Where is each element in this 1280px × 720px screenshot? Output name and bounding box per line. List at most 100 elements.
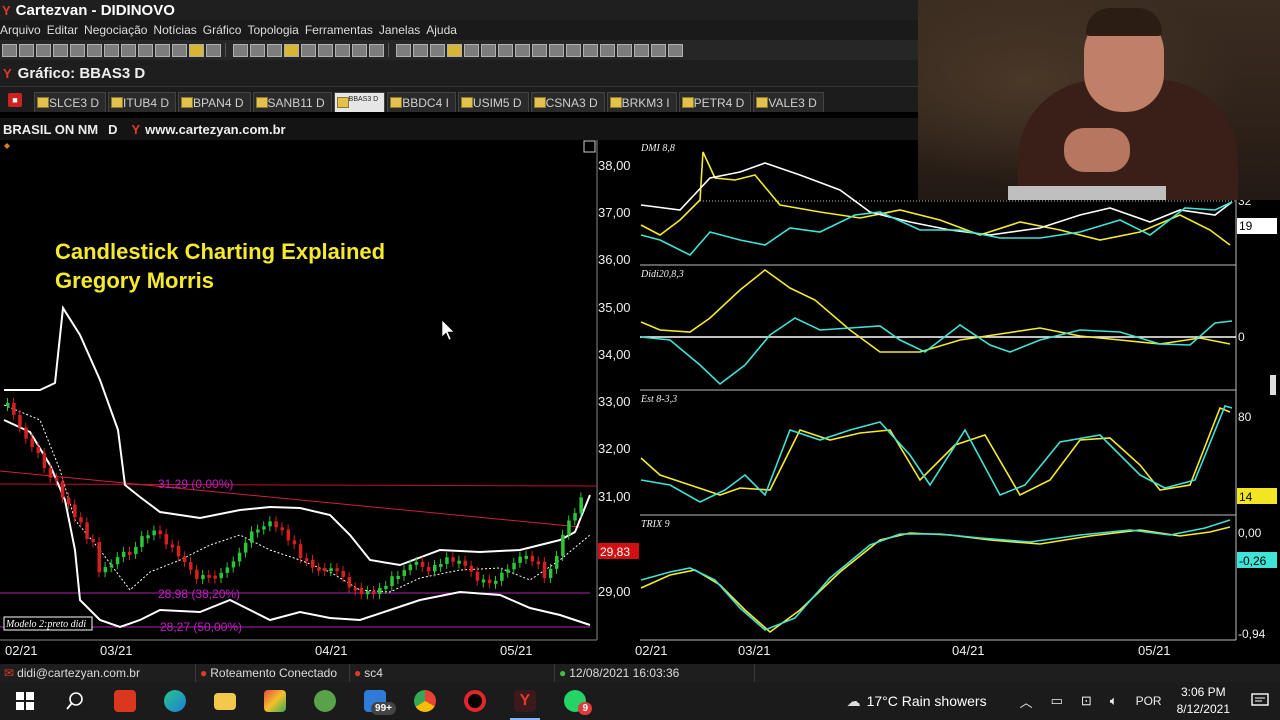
opera-icon (464, 690, 486, 712)
tab-brkm3[interactable]: BRKM3 I (607, 92, 677, 112)
notifications-button[interactable] (1240, 682, 1280, 720)
notification-icon (1251, 693, 1269, 709)
tool-button[interactable] (352, 44, 367, 57)
scrollbar-handle[interactable] (1270, 375, 1276, 395)
tool-button[interactable] (301, 44, 316, 57)
tool-button[interactable] (138, 44, 153, 57)
menu-grafico[interactable]: Gráfico (203, 23, 242, 37)
tool-button[interactable] (318, 44, 333, 57)
candle (122, 552, 126, 557)
menu-ajuda[interactable]: Ajuda (426, 23, 457, 37)
clock[interactable]: 3:06 PM 8/12/2021 (1177, 684, 1230, 718)
taskbar-chrome[interactable] (400, 682, 450, 720)
clock-date: 8/12/2021 (1177, 701, 1230, 718)
candle (43, 453, 47, 468)
tool-button[interactable] (396, 44, 411, 57)
tool-button[interactable] (600, 44, 615, 57)
menu-editar[interactable]: Editar (47, 23, 78, 37)
volume-icon[interactable]: 🔈︎ (1110, 693, 1118, 709)
tool-button[interactable] (335, 44, 350, 57)
tool-button[interactable] (498, 44, 513, 57)
maximize-icon[interactable] (584, 141, 595, 152)
tool-button[interactable] (53, 44, 68, 57)
tool-button[interactable] (634, 44, 649, 57)
candle (128, 552, 132, 555)
taskbar-cartezyan[interactable]: Y (500, 682, 550, 720)
candle (335, 568, 339, 571)
tool-button[interactable] (172, 44, 187, 57)
chart-canvas[interactable]: 31,29 (0,00%) 28,98 (38,20%) 28,27 (50,0… (0, 140, 1280, 660)
tool-button[interactable] (617, 44, 632, 57)
tab-itub4[interactable]: ITUB4 D (108, 92, 176, 112)
tool-button[interactable] (19, 44, 34, 57)
tool-button[interactable] (206, 44, 221, 57)
tool-button[interactable] (566, 44, 581, 57)
menu-noticias[interactable]: Notícias (153, 23, 196, 37)
tool-button[interactable] (447, 44, 462, 57)
chart-area[interactable]: 31,29 (0,00%) 28,98 (38,20%) 28,27 (50,0… (0, 140, 1280, 660)
moving-average (4, 405, 590, 592)
tool-button[interactable] (583, 44, 598, 57)
menu-topologia[interactable]: Topologia (247, 23, 298, 37)
taskbar-whatsapp[interactable]: 9 (550, 682, 600, 720)
tab-bbas3[interactable]: BBAS3 D (334, 92, 386, 112)
tool-button[interactable] (515, 44, 530, 57)
search-button[interactable] (50, 682, 100, 720)
tool-button[interactable] (233, 44, 248, 57)
taskbar-edge[interactable] (150, 682, 200, 720)
chrome-icon (414, 690, 436, 712)
chevron-up-icon[interactable]: ︿ (1020, 692, 1033, 711)
taskbar-explorer[interactable] (200, 682, 250, 720)
tab-petr4[interactable]: PETR4 D (679, 92, 752, 112)
status-icon: ● (559, 666, 566, 680)
weather-widget[interactable]: ☁ 17°C Rain showers (847, 693, 987, 710)
site-link[interactable]: www.cartezyan.com.br (145, 122, 285, 137)
battery-icon[interactable]: ▭ (1051, 693, 1063, 709)
tool-button[interactable] (189, 44, 204, 57)
menu-ferramentas[interactable]: Ferramentas (305, 23, 373, 37)
tool-button[interactable] (250, 44, 265, 57)
tool-button[interactable] (121, 44, 136, 57)
tool-button[interactable] (651, 44, 666, 57)
taskbar-mail[interactable]: 99+ (350, 682, 400, 720)
taskbar-opera[interactable] (450, 682, 500, 720)
tool-button[interactable] (369, 44, 384, 57)
taskbar-office[interactable] (100, 682, 150, 720)
network-icon[interactable]: ⊡ (1081, 693, 1092, 709)
tab-bpan4[interactable]: BPAN4 D (178, 92, 250, 112)
close-icon[interactable]: ■ (8, 93, 22, 107)
status-icon: ✉ (4, 666, 14, 680)
tool-button[interactable] (267, 44, 282, 57)
start-button[interactable] (0, 682, 50, 720)
menu-arquivo[interactable]: Arquivo (0, 23, 41, 37)
status-icon: ● (354, 666, 361, 680)
tab-slce3[interactable]: SLCE3 D (34, 92, 106, 112)
language-indicator[interactable]: POR (1136, 694, 1162, 708)
tool-button[interactable] (284, 44, 299, 57)
tab-bbdc4[interactable]: BBDC4 I (387, 92, 456, 112)
tool-button[interactable] (430, 44, 445, 57)
tool-button[interactable] (36, 44, 51, 57)
indicator-label-trix: TRIX 9 (641, 519, 670, 530)
taskbar-app[interactable] (300, 682, 350, 720)
tool-button[interactable] (532, 44, 547, 57)
candle (274, 521, 278, 527)
tool-button[interactable] (413, 44, 428, 57)
tab-usim5[interactable]: USIM5 D (458, 92, 529, 112)
taskbar-maps[interactable] (250, 682, 300, 720)
tab-vale3[interactable]: VALE3 D (753, 92, 823, 112)
tool-button[interactable] (70, 44, 85, 57)
menu-negociacao[interactable]: Negociação (84, 23, 147, 37)
menu-janelas[interactable]: Janelas (379, 23, 420, 37)
tool-button[interactable] (104, 44, 119, 57)
mouse-cursor-icon (442, 320, 454, 340)
tool-button[interactable] (155, 44, 170, 57)
tool-button[interactable] (549, 44, 564, 57)
tab-sanb11[interactable]: SANB11 D (253, 92, 332, 112)
tool-button[interactable] (668, 44, 683, 57)
tool-button[interactable] (2, 44, 17, 57)
tab-csna3[interactable]: CSNA3 D (531, 92, 605, 112)
tool-button[interactable] (87, 44, 102, 57)
tool-button[interactable] (481, 44, 496, 57)
tool-button[interactable] (464, 44, 479, 57)
